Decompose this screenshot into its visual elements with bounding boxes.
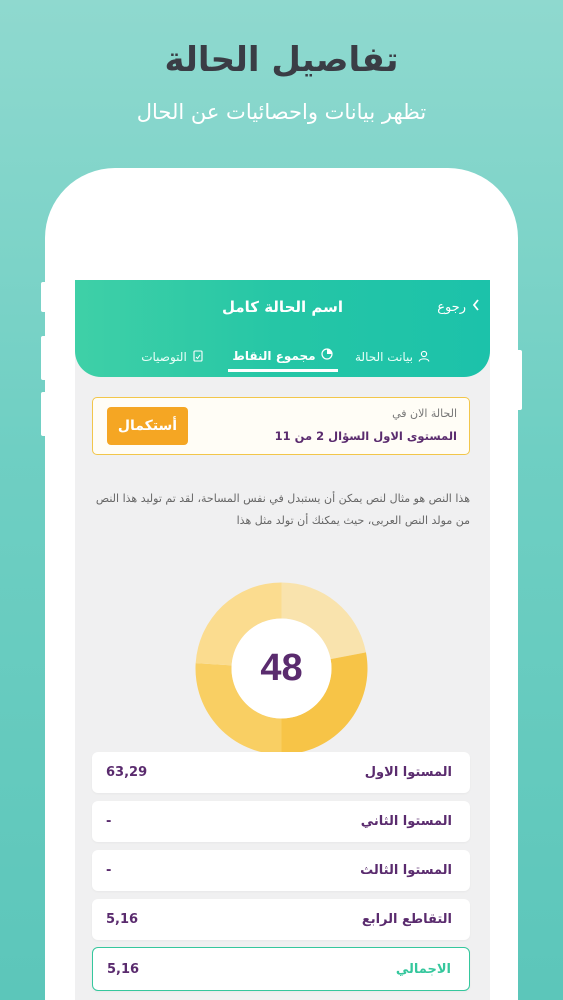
- level-value: 63,29: [106, 765, 148, 780]
- tab-case-data[interactable]: بيانت الحالة: [338, 342, 448, 372]
- tab-label: التوصيات: [141, 350, 187, 364]
- app-screen: اسم الحالة كامل رجوع بيانت الحالة مجموع …: [75, 280, 490, 1000]
- score-value: 48: [260, 647, 303, 689]
- level-row: 5,16 التقاطع الرابع: [92, 899, 470, 940]
- promo-subtitle: تظهر بيانات واحصائيات عن الحال: [136, 100, 427, 124]
- phone-side-button: [516, 350, 522, 410]
- document-icon: [192, 349, 204, 365]
- tab-bar: بيانت الحالة مجموع النقاط التوصيات: [75, 342, 490, 377]
- level-value: -: [106, 814, 112, 829]
- level-name: الاجمالي: [395, 961, 451, 977]
- status-value: المستوى الاول السؤال 2 من 11: [274, 429, 457, 443]
- status-card: الحالة الان في المستوى الاول السؤال 2 من…: [92, 397, 470, 455]
- header-title: اسم الحالة كامل: [221, 298, 344, 316]
- status-label: الحالة الان في: [392, 407, 457, 420]
- level-value: 5,16: [106, 912, 139, 927]
- tab-recommendations[interactable]: التوصيات: [118, 342, 228, 372]
- app-header: اسم الحالة كامل رجوع بيانت الحالة مجموع …: [75, 280, 490, 377]
- user-icon: [418, 350, 430, 365]
- level-name: المستوا الثالث: [360, 863, 452, 878]
- level-value: 5,16: [107, 961, 140, 977]
- tab-label: بيانت الحالة: [354, 350, 414, 364]
- level-value: -: [106, 863, 112, 878]
- chart-icon: [320, 348, 333, 363]
- level-row: - المستوا الثالث: [92, 850, 470, 891]
- back-label: رجوع: [437, 299, 466, 315]
- phone-side-button: [41, 336, 47, 380]
- phone-side-button: [41, 282, 47, 312]
- level-row-total: 5,16 الاجمالي: [92, 947, 470, 991]
- level-name: المستوا الثاني: [360, 814, 452, 829]
- chevron-left-icon: [472, 299, 480, 315]
- score-donut: 48: [195, 582, 368, 755]
- level-row: - المستوا الثاني: [92, 801, 470, 842]
- description-text: هذا النص هو مثال لنص يمكن أن يستبدل في ن…: [95, 492, 470, 527]
- promo-title: تفاصيل الحالة: [164, 40, 399, 80]
- back-button[interactable]: رجوع: [437, 299, 480, 315]
- continue-button[interactable]: أستكمال: [107, 407, 188, 445]
- level-name: المستوا الاول: [364, 765, 452, 780]
- tab-label: مجموع النقاط: [232, 348, 316, 363]
- tab-total-points[interactable]: مجموع النقاط: [227, 342, 338, 372]
- level-name: التقاطع الرابع: [361, 912, 452, 927]
- phone-side-button: [41, 392, 47, 436]
- level-row: 63,29 المستوا الاول: [92, 752, 470, 793]
